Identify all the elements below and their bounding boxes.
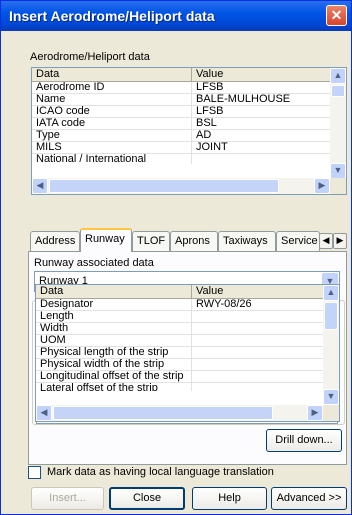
vertical-scrollbar[interactable]: ▲ ▼ [323, 285, 339, 405]
cell-value: LFSB [192, 82, 332, 94]
cell-data: Physical width of the strip [36, 359, 192, 371]
table-row[interactable]: Width [36, 323, 339, 335]
table-row[interactable]: Longitudinal offset of the strip [36, 371, 339, 383]
cell-data: Type [32, 130, 192, 142]
table-row[interactable]: IATA code BSL [32, 118, 346, 130]
tab-service[interactable]: Service [276, 231, 320, 251]
local-language-label[interactable]: Mark data as having local language trans… [47, 466, 274, 478]
cell-value: AD [192, 130, 332, 142]
scroll-thumb[interactable] [324, 302, 338, 330]
cell-value [192, 335, 324, 347]
scroll-thumb[interactable] [53, 406, 273, 420]
help-button[interactable]: Help [192, 487, 267, 510]
cell-value: LFSB [192, 106, 332, 118]
up-arrow-icon[interactable]: ▲ [330, 68, 346, 84]
tab-taxiways[interactable]: Taxiways [218, 231, 276, 251]
grid-header: Data Value [32, 68, 346, 82]
left-arrow-icon[interactable]: ◀ [36, 405, 52, 421]
local-language-checkbox[interactable] [28, 466, 41, 479]
close-window-button[interactable]: ✕ [326, 5, 347, 26]
table-row[interactable]: UOM [36, 335, 339, 347]
tab-aprons[interactable]: Aprons [170, 231, 218, 251]
vertical-scrollbar[interactable]: ▲ ▼ [330, 68, 346, 179]
scroll-corner [323, 405, 339, 421]
cell-value: BSL [192, 118, 332, 130]
table-row[interactable]: ICAO code LFSB [32, 106, 346, 118]
cell-data: Width [36, 323, 192, 335]
tab-scroll-left-icon[interactable]: ◀ [319, 233, 333, 249]
table-row[interactable]: Physical length of the strip [36, 347, 339, 359]
runway-combo-label: Runway associated data [34, 257, 154, 269]
up-arrow-icon[interactable]: ▲ [323, 285, 339, 301]
table-row[interactable]: Length [36, 311, 339, 323]
cell-data: MILS [32, 142, 192, 154]
tab-scroll-right-icon[interactable]: ▶ [333, 233, 347, 249]
down-arrow-icon[interactable]: ▼ [330, 163, 346, 179]
table-row[interactable]: Designator RWY-08/26 [36, 299, 339, 311]
column-header-value[interactable]: Value [192, 285, 324, 299]
cell-value: BALE-MULHOUSE [192, 94, 332, 106]
tab-address[interactable]: Address [30, 231, 80, 251]
aerodrome-data-grid[interactable]: Data Value Aerodrome ID LFSB Name BALE-MUL… [31, 67, 347, 195]
cell-value [192, 323, 324, 335]
cell-value [192, 371, 324, 383]
scroll-thumb[interactable] [49, 179, 279, 193]
close-icon: ✕ [330, 7, 343, 23]
tab-tlof[interactable]: TLOF [132, 231, 170, 251]
advanced-button[interactable]: Advanced >> [271, 487, 347, 510]
table-row[interactable]: MILS JOINT [32, 142, 346, 154]
horizontal-scrollbar[interactable]: ◀ ▶ [36, 405, 323, 421]
table-row[interactable]: Name BALE-MULHOUSE [32, 94, 346, 106]
cell-value [192, 359, 324, 371]
table-row[interactable]: National / International [32, 154, 346, 164]
insert-button[interactable]: Insert... [31, 487, 104, 510]
left-arrow-icon[interactable]: ◀ [32, 178, 48, 194]
cell-data: Physical length of the strip [36, 347, 192, 359]
window-title: Insert Aerodrome/Heliport data [9, 8, 215, 24]
table-row[interactable]: Type AD [32, 130, 346, 142]
cell-value [192, 383, 324, 391]
cell-data: Lateral offset of the strip [36, 383, 192, 391]
right-arrow-icon[interactable]: ▶ [307, 405, 323, 421]
drill-down-button[interactable]: Drill down... [266, 429, 342, 452]
cell-data: ICAO code [32, 106, 192, 118]
cell-data: National / International [32, 154, 192, 164]
aerodrome-data-label: Aerodrome/Heliport data [30, 51, 150, 63]
grid-header: Data Value [36, 285, 339, 299]
cell-data: IATA code [32, 118, 192, 130]
runway-data-grid-view[interactable]: Data Value Designator RWY-08/26 Length Wi… [35, 284, 340, 422]
close-button[interactable]: Close [109, 487, 185, 510]
column-header-data[interactable]: Data [36, 285, 192, 299]
cell-data: Length [36, 311, 192, 323]
cell-data: Name [32, 94, 192, 106]
down-arrow-icon[interactable]: ▼ [323, 389, 339, 405]
tab-runway[interactable]: Runway [80, 228, 132, 252]
table-row[interactable]: Aerodrome ID LFSB [32, 82, 346, 94]
scroll-corner [330, 178, 346, 194]
cell-data: UOM [36, 335, 192, 347]
cell-value [192, 347, 324, 359]
cell-value: RWY-08/26 [192, 299, 324, 311]
column-header-value[interactable]: Value [192, 68, 332, 82]
title-bar[interactable]: Insert Aerodrome/Heliport data ✕ [1, 1, 351, 31]
horizontal-scrollbar[interactable]: ◀ ▶ [32, 178, 330, 194]
cell-value: JOINT [192, 142, 332, 154]
right-arrow-icon[interactable]: ▶ [314, 178, 330, 194]
dialog-window: Insert Aerodrome/Heliport data ✕ Aerodro… [0, 0, 352, 515]
column-header-data[interactable]: Data [32, 68, 192, 82]
table-row[interactable]: Lateral offset of the strip [36, 383, 339, 391]
cell-value [192, 311, 324, 323]
table-row[interactable]: Physical width of the strip [36, 359, 339, 371]
scroll-thumb[interactable] [331, 85, 345, 97]
cell-data: Longitudinal offset of the strip [36, 371, 192, 383]
cell-value [192, 154, 332, 164]
cell-data: Aerodrome ID [32, 82, 192, 94]
cell-data: Designator [36, 299, 192, 311]
